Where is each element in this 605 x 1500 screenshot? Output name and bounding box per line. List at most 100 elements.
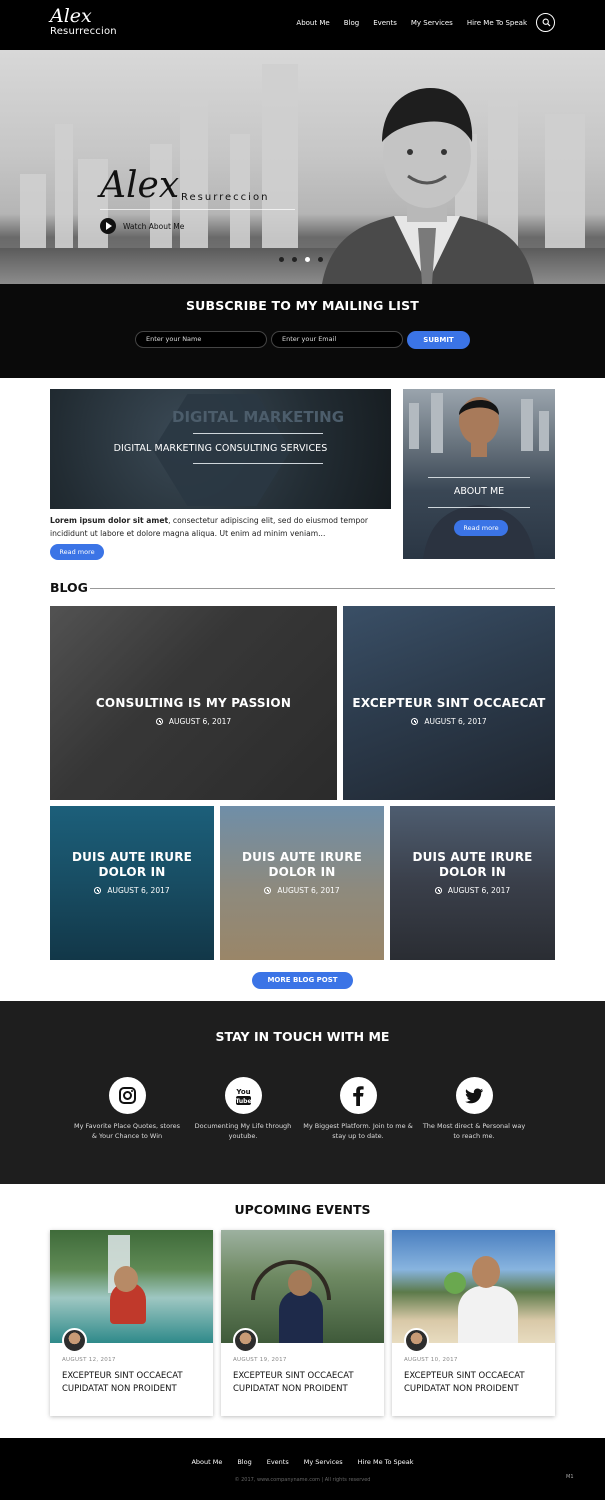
feature-read-more-button[interactable]: Read more	[50, 544, 104, 560]
footer-nav-events[interactable]: Events	[267, 1458, 289, 1466]
about-read-more-button[interactable]: Read more	[454, 520, 508, 536]
upcoming-events-title: UPCOMING EVENTS	[234, 1202, 371, 1217]
hero-surname: Resurreccion	[181, 192, 270, 203]
event-image	[392, 1230, 555, 1343]
twitter-link[interactable]: The Most direct & Personal way to reach …	[419, 1077, 529, 1141]
clock-icon	[264, 887, 272, 894]
about-me-title: ABOUT ME	[453, 486, 505, 497]
blog-post-card[interactable]: DUIS AUTE IRURE DOLOR IN AUGUST 6, 2017	[50, 806, 214, 960]
blog-post-card[interactable]: DUIS AUTE IRURE DOLOR IN AUGUST 6, 2017	[220, 806, 384, 960]
blog-post-title: DUIS AUTE IRURE DOLOR IN	[412, 850, 533, 879]
footer-nav-blog[interactable]: Blog	[237, 1458, 251, 1466]
nav-hire-me[interactable]: Hire Me To Speak	[467, 18, 527, 28]
clock-icon	[94, 887, 102, 894]
subscribe-section: SUBSCRIBE TO MY MAILING LIST Enter your …	[0, 284, 605, 378]
instagram-link[interactable]: My Favorite Place Quotes, stores & Your …	[72, 1077, 182, 1141]
watch-about-me-label: Watch About Me	[123, 221, 185, 231]
avatar	[62, 1328, 87, 1353]
blog-heading-rule	[90, 588, 555, 589]
hero-portrait	[322, 88, 534, 284]
watch-about-me-button[interactable]: Watch About Me	[100, 218, 184, 234]
main-nav: About Me Blog Events My Services Hire Me…	[296, 18, 527, 28]
facebook-link[interactable]: My Biggest Platform. Join to me & stay u…	[303, 1077, 413, 1141]
avatar	[404, 1328, 429, 1353]
blog-post-date-text: AUGUST 6, 2017	[168, 717, 232, 726]
about-rule-top	[428, 477, 530, 478]
feature-description: Lorem ipsum dolor sit amet, consectetur …	[50, 515, 393, 540]
carousel-dot-active[interactable]	[305, 257, 310, 262]
copyright-text: © 2017, www.companyname.com | All rights…	[234, 1477, 371, 1483]
carousel-dot[interactable]	[279, 257, 284, 262]
submit-button[interactable]: SUBMIT	[407, 331, 470, 349]
about-me-card[interactable]: ABOUT ME Read more	[403, 389, 555, 559]
name-input[interactable]: Enter your Name	[135, 331, 267, 348]
skyline-building	[55, 124, 73, 254]
facebook-text: My Biggest Platform. Join to me & stay u…	[303, 1122, 413, 1140]
site-footer: About Me Blog Events My Services Hire Me…	[0, 1438, 605, 1500]
feature-lead: Lorem ipsum dolor sit amet	[50, 516, 169, 525]
event-card[interactable]: AUGUST 19, 2017 EXCEPTEUR SINT OCCAECAT …	[221, 1230, 384, 1416]
clock-icon	[434, 887, 442, 894]
search-button[interactable]	[536, 13, 555, 32]
event-title: EXCEPTEUR SINT OCCAECAT CUPIDATAT NON PR…	[233, 1371, 354, 1394]
event-date: AUGUST 19, 2017	[233, 1357, 287, 1363]
logo-script-text: Alex	[50, 5, 92, 27]
clock-icon	[155, 718, 163, 725]
event-image	[50, 1230, 213, 1343]
carousel-dot[interactable]	[292, 257, 297, 262]
blog-post-date: AUGUST 6, 2017	[50, 886, 214, 895]
skyline-building	[262, 64, 298, 254]
blog-post-card[interactable]: DUIS AUTE IRURE DOLOR IN AUGUST 6, 2017	[390, 806, 555, 960]
stay-in-touch-section: STAY IN TOUCH WITH ME My Favorite Place …	[0, 1001, 605, 1184]
youtube-icon: You Tube	[224, 1077, 262, 1114]
email-input[interactable]: Enter your Email	[271, 331, 403, 348]
site-logo[interactable]: Alex Resurreccion	[50, 6, 117, 38]
footer-nav-my-services[interactable]: My Services	[304, 1458, 343, 1466]
blog-post-date: AUGUST 6, 2017	[390, 886, 555, 895]
twitter-icon	[455, 1077, 493, 1114]
blog-post-card[interactable]: EXCEPTEUR SINT OCCAECAT AUGUST 6, 2017	[343, 606, 555, 800]
stay-in-touch-title: STAY IN TOUCH WITH ME	[215, 1029, 390, 1044]
more-blog-post-button[interactable]: MORE BLOG POST	[252, 972, 353, 989]
footer-nav-about-me[interactable]: About Me	[191, 1458, 222, 1466]
event-card[interactable]: AUGUST 12, 2017 EXCEPTEUR SINT OCCAECAT …	[50, 1230, 213, 1416]
youtube-link[interactable]: You Tube Documenting My Life through yout…	[188, 1077, 298, 1141]
svg-text:You: You	[235, 1088, 250, 1096]
blog-post-title: DUIS AUTE IRURE DOLOR IN	[71, 850, 193, 879]
blog-heading: BLOG	[50, 580, 88, 595]
avatar	[233, 1328, 258, 1353]
instagram-text: My Favorite Place Quotes, stores & Your …	[73, 1122, 180, 1140]
event-title: EXCEPTEUR SINT OCCAECAT CUPIDATAT NON PR…	[62, 1371, 183, 1394]
blog-post-date-text: AUGUST 6, 2017	[424, 717, 487, 726]
skyline-building	[545, 114, 585, 254]
event-card[interactable]: AUGUST 10, 2017 EXCEPTEUR SINT OCCAECAT …	[392, 1230, 555, 1416]
ghost-heading: DIGITAL MARKETING	[172, 408, 345, 426]
play-icon	[100, 218, 116, 234]
blog-post-card[interactable]: CONSULTING IS MY PASSION AUGUST 6, 2017	[50, 606, 337, 800]
nav-events[interactable]: Events	[373, 18, 397, 28]
site-header: Alex Resurreccion About Me Blog Events M…	[0, 0, 605, 50]
footer-nav-hire-me[interactable]: Hire Me To Speak	[358, 1458, 414, 1466]
blog-post-date-text: AUGUST 6, 2017	[277, 886, 340, 895]
event-date: AUGUST 12, 2017	[62, 1357, 116, 1363]
footer-mark: M1	[566, 1474, 574, 1480]
carousel-dot[interactable]	[318, 257, 323, 262]
about-rule-bottom	[428, 507, 530, 508]
blog-post-date-text: AUGUST 6, 2017	[107, 886, 170, 895]
clock-icon	[411, 718, 419, 725]
nav-my-services[interactable]: My Services	[411, 18, 453, 28]
hero-divider	[100, 209, 295, 210]
blog-post-date: AUGUST 6, 2017	[343, 717, 555, 726]
logo-subtitle: Resurreccion	[50, 26, 117, 37]
blog-post-title: CONSULTING IS MY PASSION	[95, 696, 292, 710]
digital-marketing-card[interactable]: DIGITAL MARKETING DIGITAL MARKETING CONS…	[50, 389, 391, 509]
facebook-icon	[339, 1077, 377, 1114]
nav-blog[interactable]: Blog	[344, 18, 359, 28]
youtube-text: Documenting My Life through youtube.	[194, 1122, 292, 1140]
subscribe-title: SUBSCRIBE TO MY MAILING LIST	[185, 298, 420, 313]
twitter-text: The Most direct & Personal way to reach …	[422, 1122, 526, 1140]
blog-post-date-text: AUGUST 6, 2017	[447, 886, 511, 895]
skyline-building	[20, 174, 46, 254]
svg-text:Tube: Tube	[235, 1098, 251, 1105]
nav-about-me[interactable]: About Me	[296, 18, 329, 28]
